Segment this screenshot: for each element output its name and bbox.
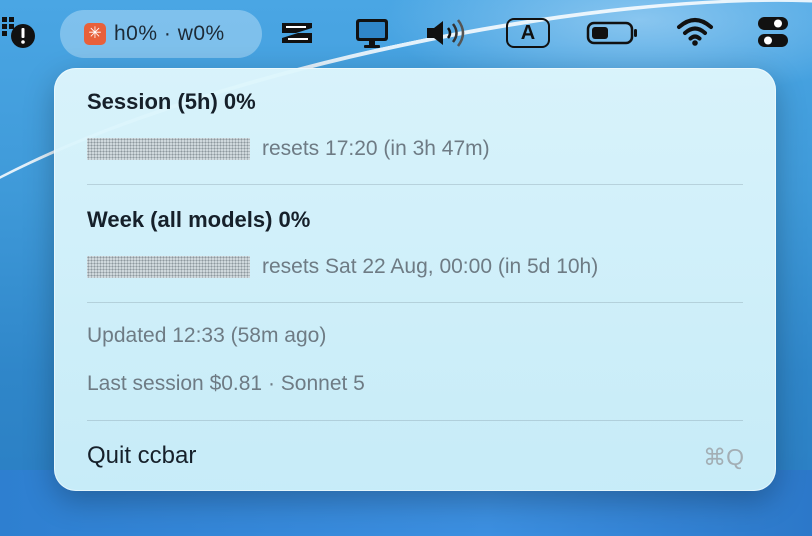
claude-logo-icon: ✳ — [84, 23, 106, 45]
ccbar-status-item[interactable]: ✳ h0% · w0% — [60, 10, 262, 58]
session-progress-bar — [87, 138, 250, 160]
battery-icon[interactable] — [586, 20, 640, 46]
alert-apps-icon[interactable] — [0, 14, 40, 50]
divider — [87, 302, 743, 303]
volume-icon[interactable] — [424, 18, 468, 48]
ccbar-dropdown-menu: Session (5h) 0% resets 17:20 (in 3h 47m)… — [54, 68, 776, 491]
quit-shortcut: ⌘Q — [703, 444, 744, 470]
updated-text: Updated 12:33 (58m ago) — [87, 324, 327, 347]
session-title: Session (5h) 0% — [87, 89, 256, 114]
session-reset-row: resets 17:20 (in 3h 47m) — [87, 137, 490, 161]
display-icon[interactable] — [353, 16, 391, 50]
readdle-spark-icon[interactable] — [280, 18, 314, 48]
input-source-icon[interactable]: A — [506, 17, 550, 49]
wifi-icon[interactable] — [676, 16, 714, 48]
session-reset-text: resets 17:20 (in 3h 47m) — [262, 137, 490, 160]
week-progress-bar — [87, 256, 250, 278]
quit-label: Quit ccbar — [87, 442, 197, 469]
last-session-text: Last session $0.81 · Sonnet 5 — [87, 372, 365, 395]
menu-bar: ✳ h0% · w0% A — [0, 0, 812, 68]
divider — [87, 184, 743, 185]
control-center-icon[interactable] — [756, 14, 790, 50]
divider — [87, 420, 743, 421]
week-title: Week (all models) 0% — [87, 207, 311, 232]
quit-menu-item[interactable]: Quit ccbar ⌘Q — [54, 430, 776, 482]
week-reset-row: resets Sat 22 Aug, 00:00 (in 5d 10h) — [87, 255, 598, 279]
week-reset-text: resets Sat 22 Aug, 00:00 (in 5d 10h) — [262, 255, 599, 278]
usage-status-text: h0% · w0% — [114, 22, 225, 45]
